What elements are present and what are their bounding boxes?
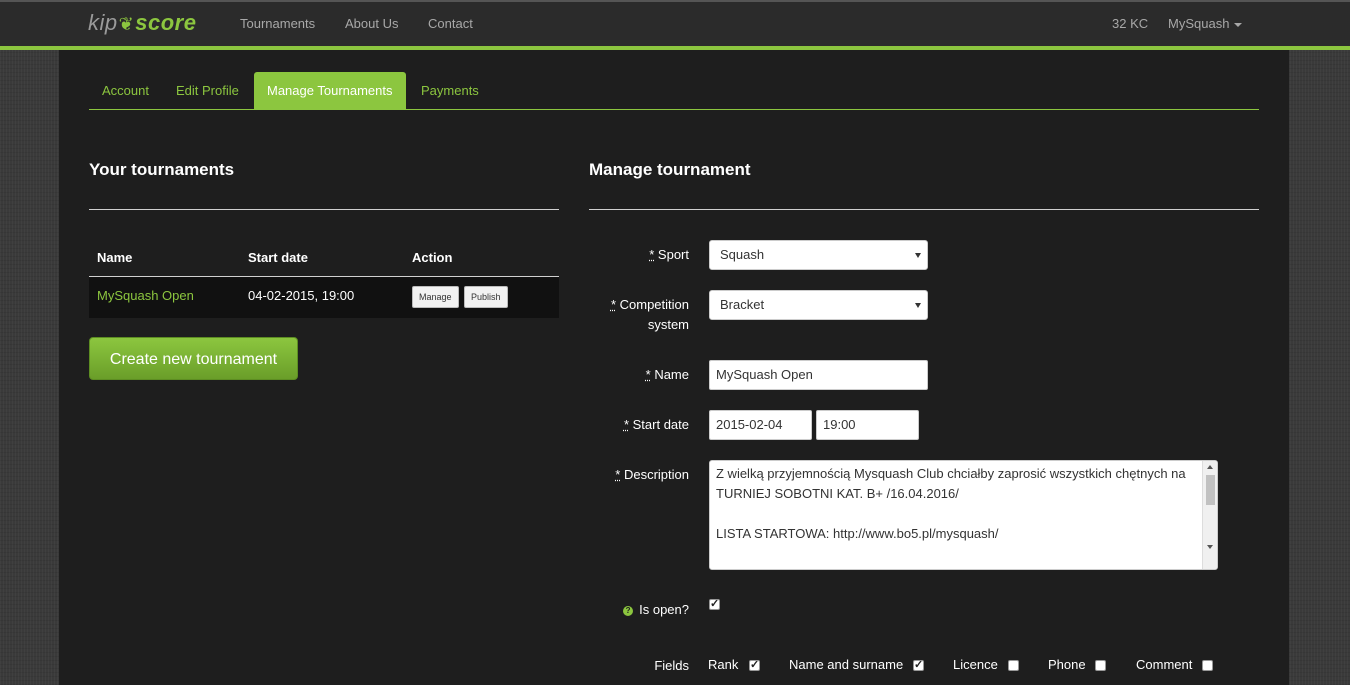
scroll-up-icon[interactable] [1207,465,1213,469]
start-date-label: * Start date [623,417,689,432]
nav-tournaments-link[interactable]: Tournaments [240,16,315,31]
column-header-action: Action [412,250,453,265]
fields-label: Fields [654,658,689,673]
field-phone-label: Phone [1048,657,1086,672]
description-textarea[interactable]: Z wielką przyjemnością Mysquash Club chc… [709,460,1218,570]
dropdown-arrow-icon [915,303,921,308]
start-date-input[interactable]: 2015-02-04 [709,410,812,440]
dropdown-arrow-icon [915,253,921,258]
field-phone-checkbox[interactable] [1095,660,1106,671]
create-tournament-button[interactable]: Create new tournament [89,337,298,380]
sport-label: * Sport [649,247,689,262]
column-header-name: Name [97,250,133,265]
tab-edit-profile[interactable]: Edit Profile [163,72,252,109]
tournament-name-link[interactable]: MySquash Open [97,288,194,303]
field-comment-label: Comment [1136,657,1193,672]
caret-down-icon [1234,22,1243,27]
divider [89,209,559,210]
user-name: MySquash [1168,16,1230,31]
main-panel: Account Edit Profile Manage Tournaments … [59,50,1289,685]
your-tournaments-title: Your tournaments [89,160,235,179]
tab-manage-tournaments[interactable]: Manage Tournaments [254,72,406,109]
tournament-name-input[interactable]: MySquash Open [709,360,928,390]
manage-tournament-title: Manage tournament [589,160,751,179]
help-icon[interactable]: ? [623,605,634,616]
description-line: LISTA STARTOWA: http://www.bo5.pl/mysqua… [716,526,999,541]
textarea-scrollbar[interactable] [1202,461,1217,569]
description-line [716,504,1197,524]
field-name-surname-checkbox[interactable] [913,658,924,671]
description-label: * Description [615,467,689,482]
tournament-start-date: 04-02-2015, 19:00 [248,288,355,303]
field-licence-checkbox[interactable] [1008,660,1019,671]
scroll-thumb[interactable] [1206,475,1215,505]
competition-system-label: * Competition system [610,297,689,332]
is-open-checkbox[interactable] [709,597,720,610]
user-menu-dropdown[interactable]: MySquash [1168,16,1243,31]
publish-button[interactable]: Publish [464,286,508,308]
scroll-down-icon[interactable] [1207,545,1213,549]
nav-about-link[interactable]: About Us [345,16,398,31]
nav-contact-link[interactable]: Contact [428,16,473,31]
top-navbar: kip❦score Tournaments About Us Contact 3… [0,0,1350,46]
manage-button[interactable]: Manage [412,286,459,308]
field-licence-label: Licence [953,657,998,672]
field-name-surname-label: Name and surname [789,657,904,672]
column-header-start-date: Start date [248,250,308,265]
field-rank-label: Rank [708,657,739,672]
kipscore-logo[interactable]: kip❦score [88,10,196,36]
competition-system-select[interactable]: Bracket [709,290,928,320]
field-comment-checkbox[interactable] [1202,660,1213,671]
tab-payments[interactable]: Payments [408,72,492,109]
sport-select[interactable]: Squash [709,240,928,270]
profile-tabs: Account Edit Profile Manage Tournaments … [89,72,1259,110]
divider [589,209,1259,210]
field-rank-checkbox[interactable] [749,658,760,671]
name-label: * Name [645,367,689,382]
start-time-input[interactable]: 19:00 [816,410,919,440]
description-line: Z wielką przyjemnością Mysquash Club chc… [716,466,1190,501]
tab-account[interactable]: Account [89,72,162,109]
credits-balance: 32 KC [1112,16,1149,31]
leaf-icon: ❦ [118,14,135,34]
is-open-label: ? Is open? [529,600,689,620]
table-row: MySquash Open 04-02-2015, 19:00 Manage P… [89,276,559,318]
